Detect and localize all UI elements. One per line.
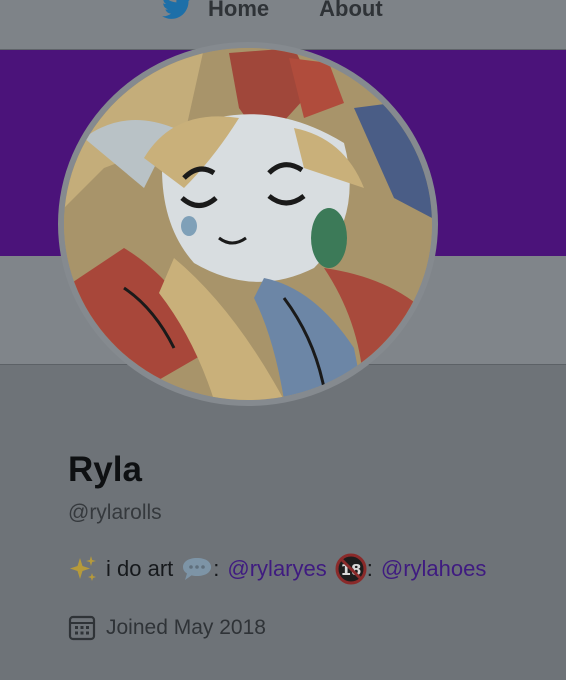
top-nav: Home About <box>0 0 566 50</box>
user-handle: @rylarolls <box>68 501 162 524</box>
avatar-artwork <box>64 48 432 400</box>
twitter-bird-icon[interactable] <box>160 0 194 22</box>
no-under-18-icon: 18 <box>335 553 367 585</box>
display-name: Ryla <box>68 450 142 489</box>
bio-link-rylahoes[interactable]: @rylahoes <box>381 555 487 583</box>
avatar[interactable] <box>64 48 432 400</box>
joined-text: Joined May 2018 <box>106 616 266 639</box>
nav-bar: Home About <box>160 0 383 24</box>
calendar-icon <box>68 615 96 641</box>
avatar-frame <box>58 42 438 406</box>
profile-bio: i do art : @rylaryes 18 : @rylahoes <box>68 553 548 585</box>
nav-about-link[interactable]: About <box>319 0 383 21</box>
bio-separator: : <box>366 556 373 581</box>
bio-separator: : <box>213 556 220 581</box>
joined-date: Joined May 2018 <box>68 614 548 642</box>
sparkles-icon <box>70 556 96 581</box>
nav-home-link[interactable]: Home <box>208 0 269 21</box>
profile-info: Ryla @rylarolls i do art : @rylaryes 18 … <box>68 448 548 642</box>
speech-bubble-icon <box>183 558 212 580</box>
bio-link-rylaryes[interactable]: @rylaryes <box>227 555 326 583</box>
bio-text: i do art <box>106 556 174 581</box>
